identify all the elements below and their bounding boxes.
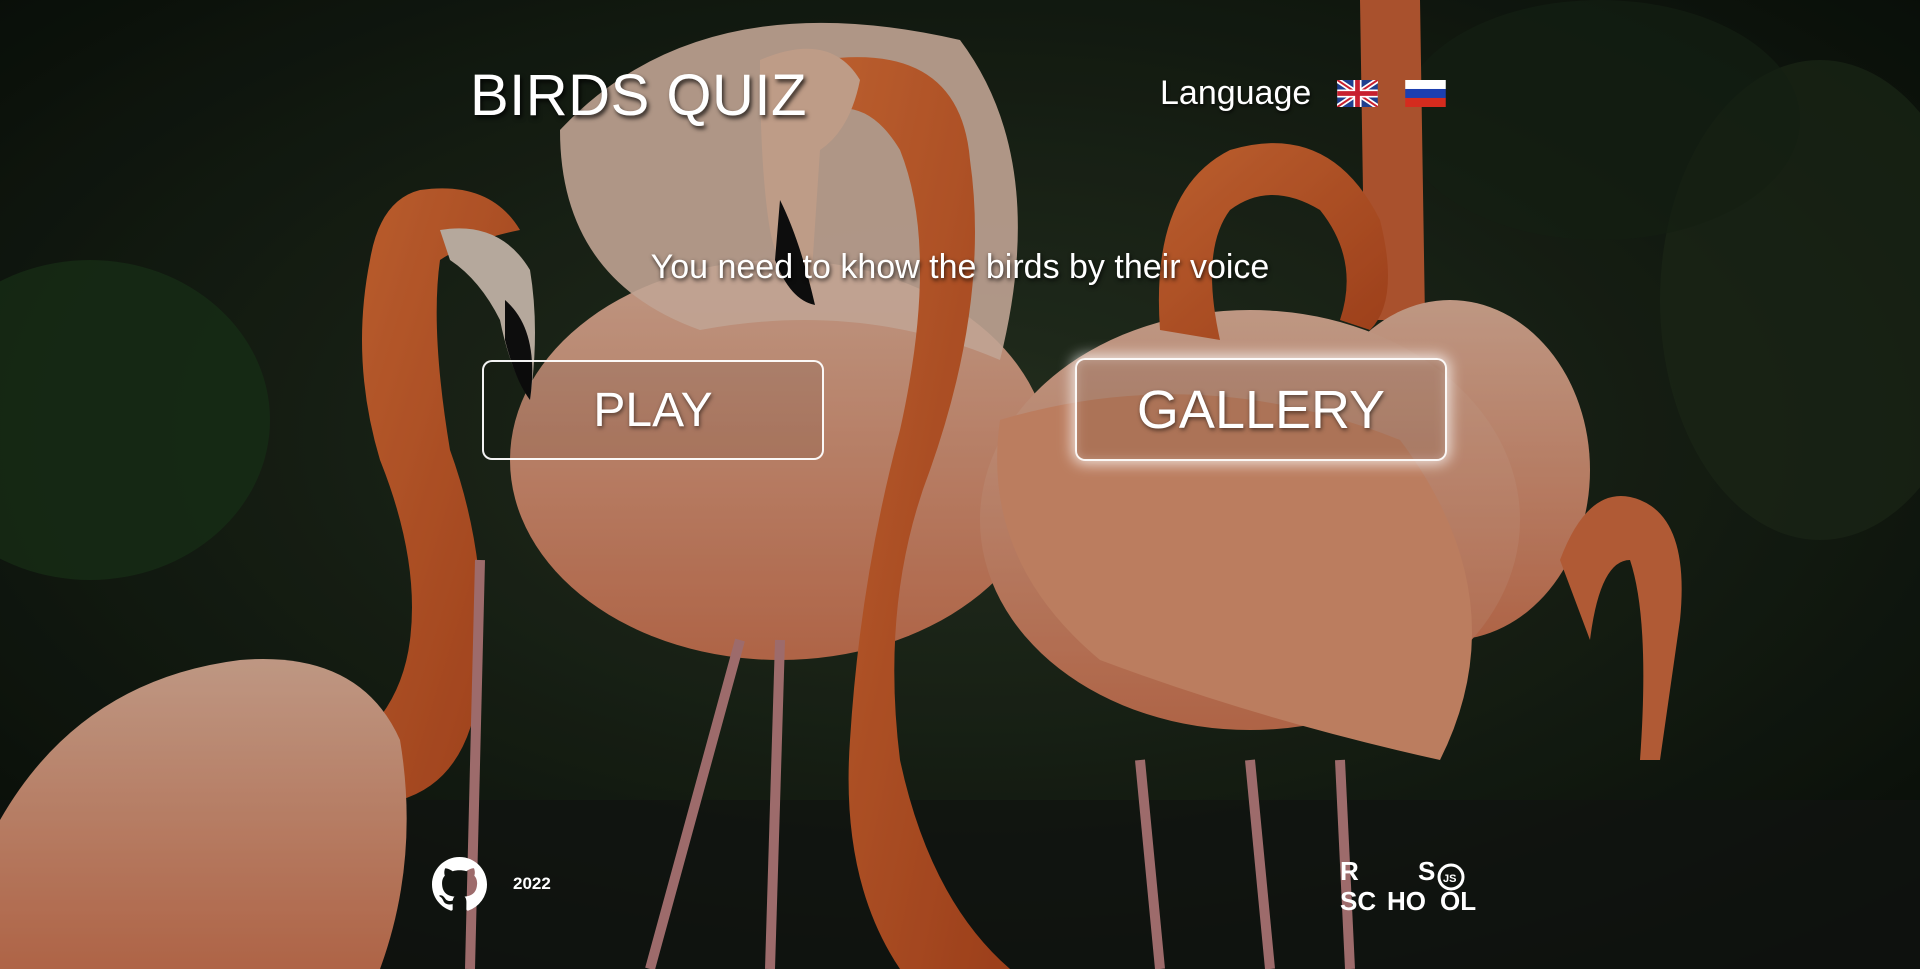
rs-school-logo-icon[interactable]: R S SC HO OL JS xyxy=(1340,856,1490,916)
background-overlay xyxy=(0,0,1920,969)
svg-text:R: R xyxy=(1340,856,1359,886)
language-label: Language xyxy=(1160,74,1312,112)
uk-flag-icon[interactable] xyxy=(1337,80,1379,107)
svg-text:SC: SC xyxy=(1340,886,1376,916)
language-switcher: Language xyxy=(1160,74,1447,113)
app-root: BIRDS QUIZ Language You need to khow the… xyxy=(0,0,1920,969)
page-subtitle: You need to khow the birds by their voic… xyxy=(650,248,1270,286)
play-button[interactable]: PLAY xyxy=(482,360,824,460)
page-title: BIRDS QUIZ xyxy=(470,63,807,128)
svg-text:JS: JS xyxy=(1443,873,1456,885)
svg-text:S: S xyxy=(1418,856,1435,886)
svg-text:HO: HO xyxy=(1387,886,1426,916)
svg-text:OL: OL xyxy=(1440,886,1476,916)
github-icon[interactable] xyxy=(432,857,487,912)
copyright-year: 2022 xyxy=(513,874,551,893)
gallery-button[interactable]: GALLERY xyxy=(1075,358,1447,461)
russia-flag-icon[interactable] xyxy=(1405,80,1447,107)
